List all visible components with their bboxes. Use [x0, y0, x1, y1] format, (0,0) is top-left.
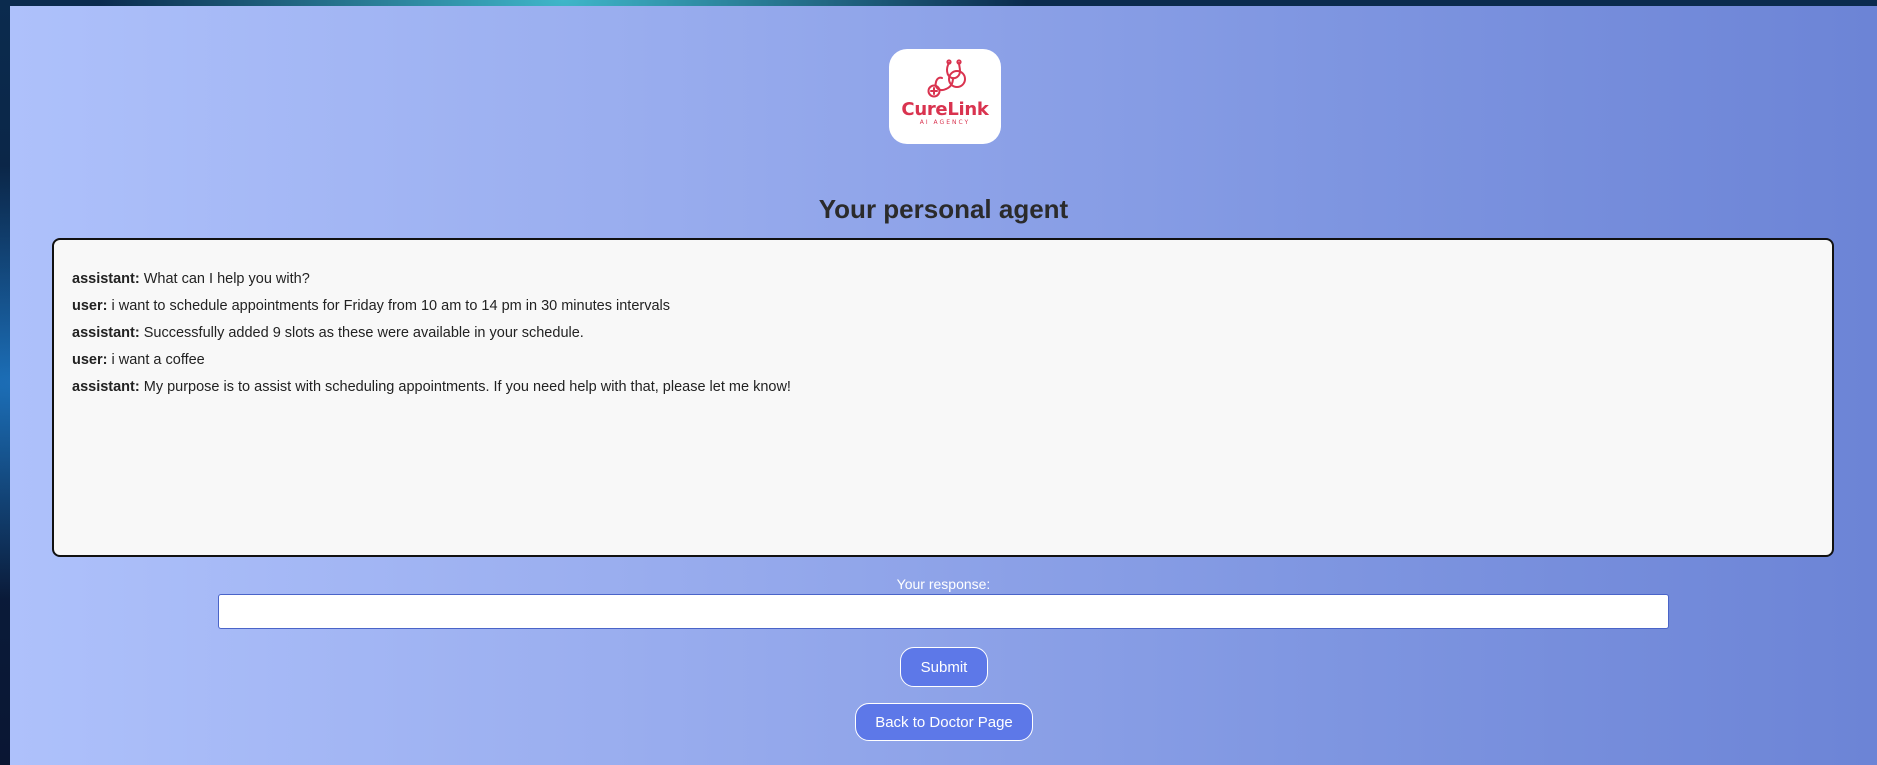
message-text: My purpose is to assist with scheduling … — [143, 379, 791, 395]
back-to-doctor-button[interactable]: Back to Doctor Page — [855, 703, 1033, 741]
page-title: Your personal agent — [818, 194, 1069, 224]
brand-logo: CureLink AI AGENCY — [889, 49, 1001, 144]
response-input[interactable] — [218, 594, 1669, 629]
message-role: assistant: — [72, 325, 140, 341]
message-text: i want to schedule appointments for Frid… — [111, 298, 671, 314]
message-text: Successfully added 9 slots as these were… — [143, 325, 584, 341]
message-role: user: — [72, 298, 108, 314]
brand-tagline: AI AGENCY — [919, 119, 971, 126]
submit-button[interactable]: Submit — [900, 647, 988, 687]
message-text: What can I help you with? — [143, 271, 310, 287]
message-text: i want a coffee — [111, 352, 205, 368]
chat-history[interactable]: assistant: What can I help you with? use… — [52, 238, 1834, 557]
stethoscope-icon — [927, 59, 966, 98]
chat-message: assistant: Successfully added 9 slots as… — [72, 320, 1814, 347]
chat-message: user: i want to schedule appointments fo… — [72, 293, 1814, 320]
chat-message: assistant: What can I help you with? — [72, 266, 1814, 293]
message-role: user: — [72, 352, 108, 368]
response-label: Your response: — [896, 576, 991, 592]
chat-message: user: i want a coffee — [72, 347, 1814, 374]
brand-name: CureLink — [901, 99, 989, 120]
agent-page: CureLink AI AGENCY Your personal agent a… — [10, 6, 1877, 765]
message-role: assistant: — [72, 271, 140, 287]
message-role: assistant: — [72, 379, 140, 395]
chat-message: assistant: My purpose is to assist with … — [72, 374, 1814, 401]
